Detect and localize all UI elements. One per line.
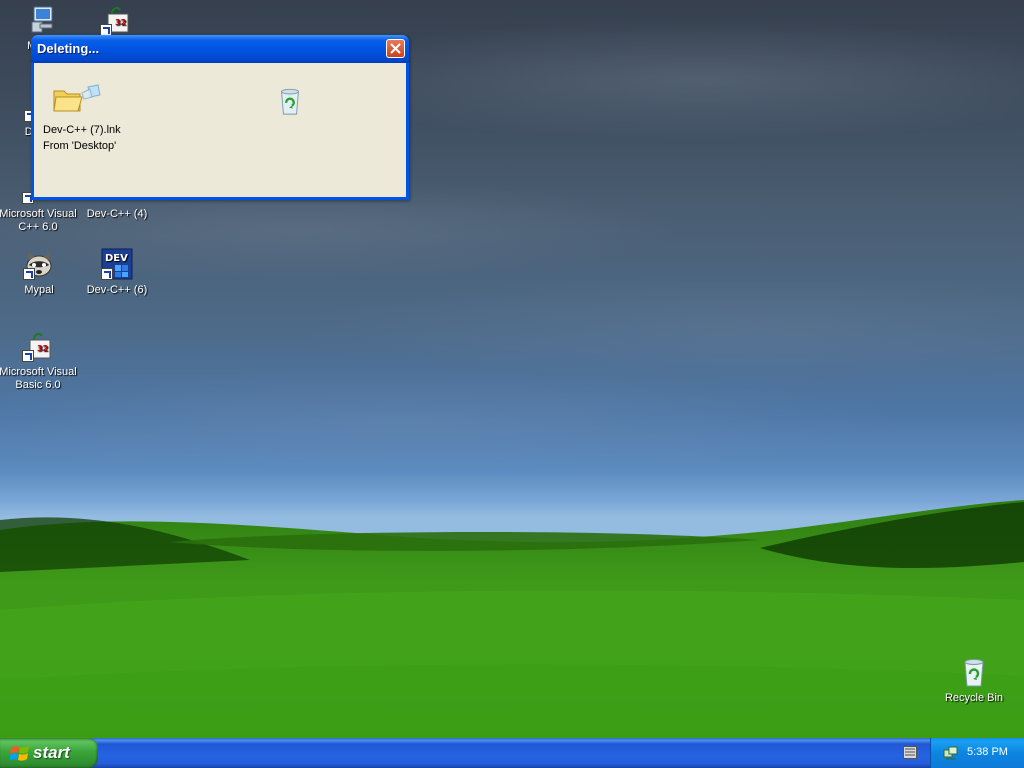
windows-logo-icon <box>10 746 29 761</box>
raccoon-icon <box>23 248 55 280</box>
deleting-file-name: Dev-C++ (7).lnk <box>43 124 121 136</box>
desktop-icon-label: Microsoft Visual Basic 6.0 <box>0 366 77 391</box>
green-hills-background <box>0 500 1024 738</box>
desktop-icon-label: Mypal <box>24 284 54 296</box>
mypal-icon-item[interactable]: Mypal <box>0 248 79 297</box>
desktop-icon-label: Dev-C++ (4) <box>86 208 148 220</box>
deleting-dialog[interactable]: Deleting... Dev-C++ (7).lnk From 'Deskto… <box>31 35 409 200</box>
computer-icon <box>24 4 56 36</box>
dialog-titlebar[interactable]: Deleting... <box>31 35 409 63</box>
recycle-bin-desktop-item[interactable]: Recycle Bin <box>934 656 1014 705</box>
start-button[interactable]: start <box>0 738 98 768</box>
visual-basic-icon: 32 <box>22 330 54 362</box>
recycle-bin-icon <box>958 656 990 688</box>
devcpp-icon: DEV <box>101 248 133 280</box>
desktop-icon-label: Microsoft Visual C++ 6.0 <box>0 208 77 233</box>
folder-icon <box>53 84 101 112</box>
devcpp-6-icon-item[interactable]: DEV Dev-C++ (6) <box>77 248 157 297</box>
start-label: start <box>33 743 70 762</box>
desktop: My C 32 DataV <box>0 0 1024 738</box>
visual-basic-icon: 32 <box>100 4 132 36</box>
system-tray: 5:38 PM <box>930 738 1024 768</box>
shortcut-arrow-icon <box>22 350 34 362</box>
taskbar: start 5:38 PM <box>0 738 1024 768</box>
network-icon[interactable] <box>943 745 959 761</box>
svg-text:32: 32 <box>37 344 48 353</box>
shortcut-arrow-icon <box>23 268 35 280</box>
close-button[interactable] <box>386 39 405 58</box>
clock[interactable]: 5:38 PM <box>967 746 1008 758</box>
msvb6-icon-item[interactable]: 32 Microsoft Visual Basic 6.0 <box>0 330 78 392</box>
desktop-icon-label: Dev-C++ (6) <box>86 284 148 296</box>
dialog-body: Dev-C++ (7).lnk From 'Desktop' <box>34 63 406 197</box>
svg-text:32: 32 <box>115 18 126 27</box>
close-icon <box>390 43 401 54</box>
dialog-title: Deleting... <box>37 41 100 56</box>
deleting-source-location: From 'Desktop' <box>43 140 117 152</box>
desktop-icon-label: Recycle Bin <box>944 692 1004 704</box>
shortcut-arrow-icon <box>101 268 113 280</box>
svg-text:DEV: DEV <box>105 253 128 264</box>
keyboard-icon[interactable] <box>903 746 917 759</box>
recycle-bin-icon <box>281 88 299 115</box>
